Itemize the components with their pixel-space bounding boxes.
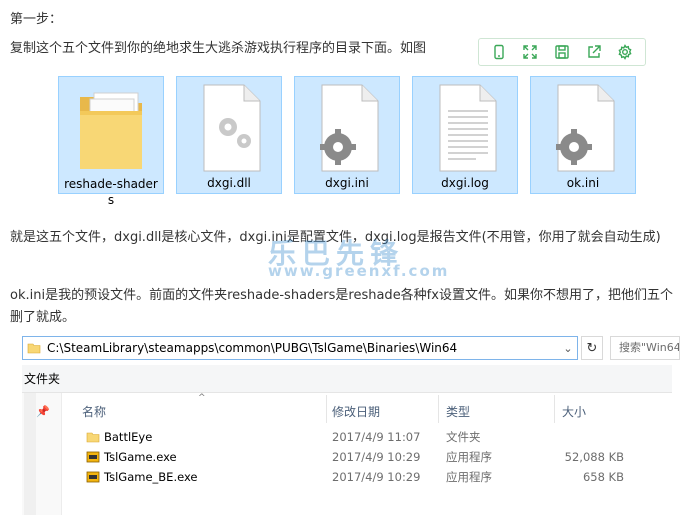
ini-file-icon bbox=[320, 84, 379, 172]
phone-icon[interactable] bbox=[488, 41, 510, 63]
row-modified: 2017/4/9 10:29 bbox=[332, 450, 421, 464]
dll-file-icon bbox=[203, 84, 261, 172]
row-name: TslGame_BE.exe bbox=[104, 470, 198, 484]
column-header-type[interactable]: 类型 bbox=[446, 401, 470, 423]
settings-icon[interactable] bbox=[614, 41, 636, 63]
file-item-reshade-shaders[interactable]: reshade-shaders bbox=[58, 76, 164, 207]
column-header-modified[interactable]: 修改日期 bbox=[332, 401, 380, 423]
row-type: 文件夹 bbox=[446, 430, 481, 444]
file-name: ok.ini bbox=[566, 176, 600, 190]
refresh-icon: ↻ bbox=[586, 340, 598, 356]
ini-file-icon bbox=[556, 84, 615, 172]
sort-up-icon: ^ bbox=[198, 393, 206, 403]
column-divider[interactable] bbox=[326, 395, 327, 423]
file-item-ok-ini[interactable]: ok.ini bbox=[530, 76, 636, 194]
row-size: 52,088 KB bbox=[564, 450, 624, 464]
file-item-dxgi-ini[interactable]: dxgi.ini bbox=[294, 76, 400, 194]
file-item-dxgi-dll[interactable]: dxgi.dll bbox=[176, 76, 282, 194]
row-modified: 2017/4/9 11:07 bbox=[332, 430, 421, 444]
chevron-down-icon[interactable]: ⌄ bbox=[559, 342, 577, 355]
address-bar[interactable]: C:\SteamLibrary\steamapps\common\PUBG\Ts… bbox=[22, 336, 578, 360]
column-divider[interactable] bbox=[438, 395, 439, 423]
column-divider[interactable] bbox=[554, 395, 555, 423]
column-header-size[interactable]: 大小 bbox=[562, 401, 586, 423]
row-name: TslGame.exe bbox=[104, 450, 177, 464]
row-type: 应用程序 bbox=[446, 450, 492, 464]
watermark-url: www.greenxf.com bbox=[268, 262, 450, 280]
folder-icon bbox=[80, 92, 142, 169]
exe-icon bbox=[86, 471, 100, 483]
column-header-name[interactable]: 名称 bbox=[82, 401, 106, 423]
row-type: 应用程序 bbox=[446, 470, 492, 484]
share-icon[interactable] bbox=[583, 41, 605, 63]
address-path: C:\SteamLibrary\steamapps\common\PUBG\Ts… bbox=[47, 341, 458, 355]
preset-text: ok.ini是我的预设文件。前面的文件夹reshade-shaders是resh… bbox=[10, 288, 673, 325]
file-name: dxgi.ini bbox=[325, 176, 369, 190]
log-file-icon bbox=[439, 84, 497, 172]
table-row[interactable]: TslGame.exe 2017/4/9 10:29 应用程序 52,088 K… bbox=[82, 447, 662, 467]
row-modified: 2017/4/9 10:29 bbox=[332, 470, 421, 484]
file-name: dxgi.log bbox=[441, 176, 489, 190]
step-heading: 第一步： bbox=[10, 12, 63, 27]
search-input[interactable]: 搜索"Win64" bbox=[610, 336, 680, 360]
file-name: reshade-shaders bbox=[64, 177, 158, 207]
ribbon-bar: 文件夹 bbox=[22, 365, 672, 393]
folder-icon bbox=[27, 343, 41, 354]
refresh-button[interactable]: ↻ bbox=[581, 336, 603, 360]
folder-icon bbox=[86, 432, 100, 443]
file-explorer-window: C:\SteamLibrary\steamapps\common\PUBG\Ts… bbox=[22, 333, 680, 515]
article-toolbar bbox=[478, 38, 646, 66]
save-icon[interactable] bbox=[551, 41, 573, 63]
file-item-dxgi-log[interactable]: dxgi.log bbox=[412, 76, 518, 194]
row-size: 658 KB bbox=[582, 470, 624, 484]
ribbon-folder-tab[interactable]: 文件夹 bbox=[24, 372, 60, 386]
expand-icon[interactable] bbox=[519, 41, 541, 63]
exe-icon bbox=[86, 451, 100, 463]
file-grid: reshade-shaders dxgi.dll dxgi.ini dxgi.l… bbox=[58, 76, 638, 207]
pin-icon[interactable]: 📌 bbox=[36, 405, 50, 418]
table-row[interactable]: TslGame_BE.exe 2017/4/9 10:29 应用程序 658 K… bbox=[82, 467, 662, 487]
row-name: BattlEye bbox=[104, 430, 153, 444]
file-name: dxgi.dll bbox=[207, 176, 251, 190]
nav-scrollbar[interactable] bbox=[24, 393, 36, 515]
table-row[interactable]: BattlEye 2017/4/9 11:07 文件夹 bbox=[82, 427, 662, 447]
